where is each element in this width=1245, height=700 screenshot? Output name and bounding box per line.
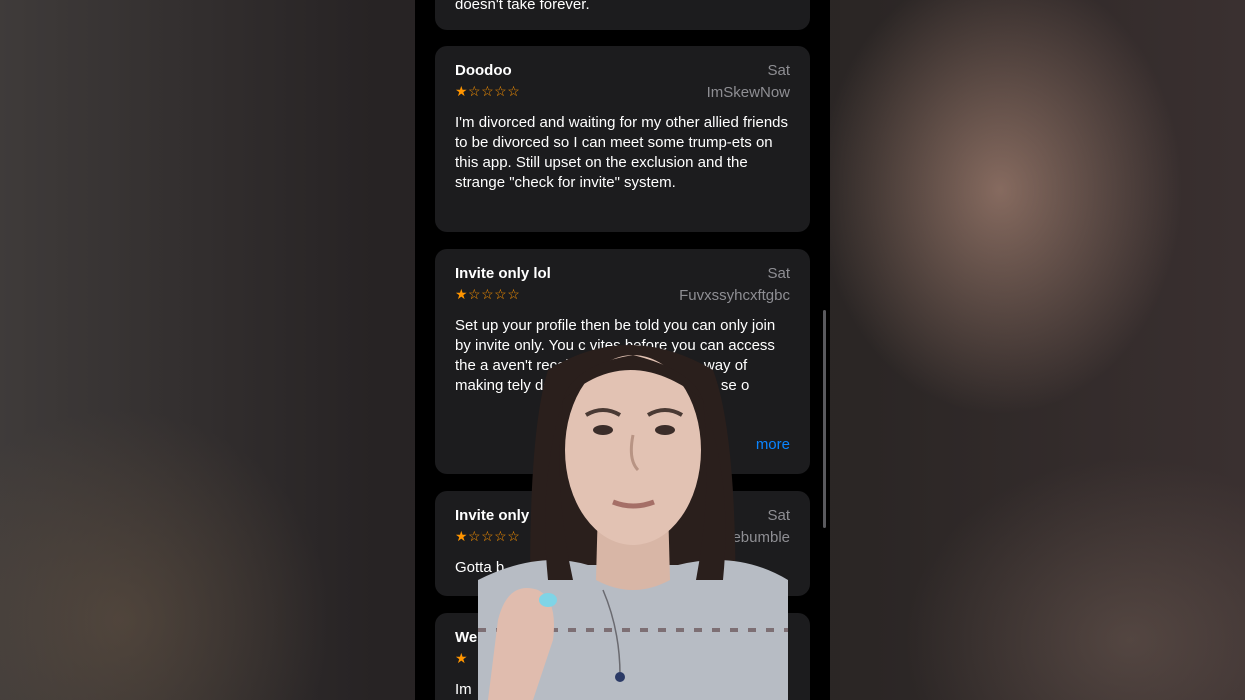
star-rating: ★ [455,650,469,666]
review-card[interactable]: doesn't take forever. [435,0,810,30]
review-title: Invite only lol [455,265,551,282]
star-rating: ★☆☆☆☆ [455,83,521,99]
review-card[interactable]: Doodoo Sat ★☆☆☆☆ ImSkewNow I'm divorced … [435,46,810,232]
star-rating: ★☆☆☆☆ [455,286,521,302]
review-body: doesn't take forever. [455,0,590,13]
review-body: I'm divorced and waiting for my other al… [455,114,789,191]
reviewer-name: Fuvxssyhcxftgbc [679,287,790,304]
scrollbar[interactable] [823,310,826,528]
review-date: Sat [767,62,790,79]
reviewer-name: ImSkewNow [706,84,790,101]
presenter-overlay [478,345,788,700]
review-title: We [455,629,478,646]
review-date: Sat [767,265,790,282]
review-title: Doodoo [455,62,512,79]
